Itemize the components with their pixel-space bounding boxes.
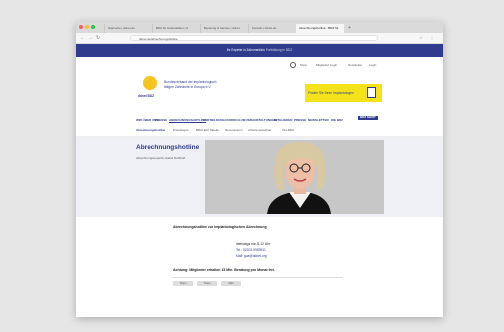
search-icon[interactable] — [290, 62, 296, 68]
logo-text: ddnet BDZ — [138, 94, 155, 98]
browser-window: Startseite | ddnet.de BDZ für Heilprakti… — [76, 22, 443, 317]
subnav-item[interactable]: Rezensionen — [225, 128, 243, 132]
portrait-illustration — [205, 140, 384, 214]
logo-icon[interactable] — [143, 76, 157, 90]
nav-item[interactable]: FORTBILDUNG — [203, 118, 225, 122]
util-link-newsletter[interactable]: Newsletter — [348, 63, 362, 67]
phone-link[interactable]: Tel.: 02203-9989911 — [236, 248, 266, 252]
plus-icon[interactable]: + — [348, 24, 351, 33]
subnav-item[interactable]: BDIZ EDI Tabelle — [196, 128, 219, 132]
browser-menu-icon[interactable]: ☆ ⋮ — [419, 35, 437, 40]
window-controls — [79, 25, 95, 29]
util-link-login[interactable]: Login — [369, 63, 376, 67]
browser-tab-active[interactable]: Abrechnungshotline - BDZ für — [296, 24, 344, 33]
subnav-item-active[interactable]: Abrechnungshotline — [136, 128, 165, 132]
content-title: Abrechnungshotline zur implantologischen… — [173, 225, 267, 229]
nav-item[interactable]: NEWSLETTER — [308, 118, 329, 122]
browser-tab[interactable]: BDZ für Heilpraktiker | Z — [152, 24, 193, 33]
back-arrow-icon[interactable]: ← — [80, 35, 85, 41]
nav-item[interactable]: CURRICULUM — [225, 118, 245, 122]
maximize-window-button[interactable] — [91, 25, 95, 29]
tab-bar: Startseite | ddnet.de BDZ für Heilprakti… — [76, 22, 443, 33]
mail-button[interactable]: Mail — [221, 281, 241, 286]
org-name: Bundesverband der implantologisch tätige… — [164, 80, 217, 89]
page-title: Abrechnungshotline — [136, 144, 200, 151]
hours-text: dienstags von 8-12 Uhr — [236, 242, 271, 246]
divider — [173, 277, 343, 278]
top-strip-sub: Fortbildung in BDZ — [265, 48, 293, 52]
nav-item-active[interactable]: ABRECHNUNGSHOTLINE — [169, 118, 206, 123]
util-link-shop[interactable]: Shop — [300, 63, 307, 67]
minimize-window-button[interactable] — [85, 25, 89, 29]
subnav-item[interactable]: Praxislogos — [173, 128, 189, 132]
nav-item[interactable]: VERANSTALTUNGEN — [246, 118, 277, 122]
sub-nav: Abrechnungshotline Praxislogos BDIZ EDI … — [76, 125, 443, 137]
tweet-button[interactable]: Tweet — [197, 281, 217, 286]
nav-item[interactable]: DIE BDZ — [331, 118, 343, 122]
util-link-members[interactable]: Mitglieder Login — [316, 63, 337, 67]
member-note: Achtung: Mitglieder erhalten 15 Min. Ber… — [173, 268, 275, 272]
finder-banner[interactable]: Finden Sie Ihren Implantologen — [305, 84, 382, 102]
browser-tab[interactable]: Startseite | ddnet.de — [104, 24, 145, 33]
content-section: Abrechnungshotline zur implantologischen… — [76, 217, 443, 296]
site-header: ddnet BDZ Bundesverband der implantologi… — [76, 57, 443, 115]
nav-item[interactable]: PRESSE — [155, 118, 167, 122]
email-link[interactable]: Mail: goa@ddnet.org — [236, 254, 267, 258]
top-strip: Ihr Experte in Zahnmedizin Fortbildung i… — [76, 44, 443, 57]
nav-item[interactable]: MITGLIEDER — [274, 118, 293, 122]
nav-item[interactable]: PRESSE — [294, 118, 306, 122]
reload-icon[interactable]: ↻ — [96, 35, 100, 41]
hero-section: Abrechnungshotline Abrechnungsexpertin I… — [76, 137, 443, 217]
banner-text: Finden Sie Ihren Implantologen — [308, 91, 354, 95]
hero-intro: Abrechnungsexpertin Isabel Dahlhoff — [136, 156, 186, 160]
portrait-photo — [205, 140, 384, 214]
browser-tab[interactable]: Kontakt | ddnet.de — [248, 24, 289, 33]
url-field[interactable]: ddnet.de/abrechnungshotline — [130, 35, 378, 41]
address-bar: ← → ↻ ddnet.de/abrechnungshotline ☆ ⋮ — [76, 33, 443, 44]
close-window-button[interactable] — [79, 25, 83, 29]
subnav-item[interactable]: Ihre BDZ — [282, 128, 294, 132]
nav-item-shop[interactable]: BDZ SHOP — [358, 115, 378, 120]
subnav-item[interactable]: Arbeits-Gutachter — [248, 128, 272, 132]
main-nav: WIR ÜBER UNS PRESSE ABRECHNUNGSHOTLINE F… — [76, 115, 443, 125]
browser-tab[interactable]: Beratung & Service | ddnet — [200, 24, 241, 33]
share-button[interactable]: Teilen — [173, 281, 193, 286]
top-strip-text: Ihr Experte in Zahnmedizin — [226, 48, 265, 52]
forward-arrow-icon[interactable]: → — [88, 35, 93, 41]
map-icon — [367, 87, 376, 98]
